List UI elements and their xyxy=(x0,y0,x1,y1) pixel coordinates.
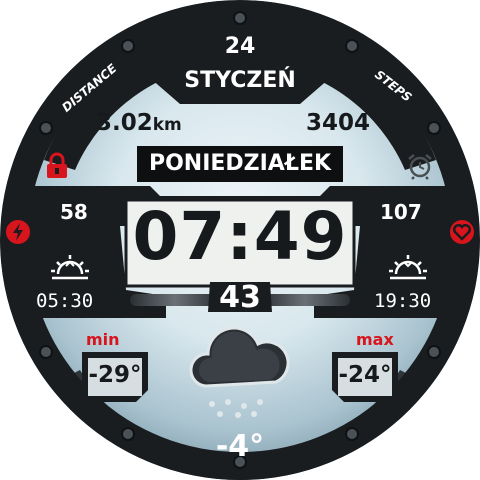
temp-min-value: -29° xyxy=(88,362,142,388)
seconds-value: 43 xyxy=(219,280,261,315)
sunrise-time: 05:30 xyxy=(36,290,94,312)
alarm-clock-icon[interactable] xyxy=(406,152,434,180)
temp-max-label: max xyxy=(356,330,394,349)
steps-value: 3404 xyxy=(306,110,371,136)
date-month: STYCZEŃ xyxy=(184,68,296,93)
lock-icon[interactable] xyxy=(44,152,70,180)
battery-value: 58 xyxy=(60,200,88,224)
sunset-time: 19:30 xyxy=(374,290,432,312)
watch-face: 24 STYCZEŃ DISTANCE STEPS 3.02km 3404 PO… xyxy=(0,0,480,480)
distance-readout: 3.02km xyxy=(96,112,182,135)
temp-max-value: -24° xyxy=(338,362,392,388)
time-display: 07:49 xyxy=(132,198,348,275)
cloud-rain-icon xyxy=(184,320,296,420)
heart-icon[interactable] xyxy=(448,218,476,246)
lightning-icon[interactable] xyxy=(4,218,32,246)
distance-value: 3.02 xyxy=(96,110,153,136)
heart-rate-value: 107 xyxy=(380,200,422,224)
sunrise-icon xyxy=(50,252,90,282)
weekday: PONIEDZIAŁEK xyxy=(148,151,332,176)
date-day: 24 xyxy=(224,34,256,59)
distance-unit: km xyxy=(152,115,182,135)
temp-min-label: min xyxy=(86,330,120,349)
sunset-icon xyxy=(388,252,428,282)
current-temperature: -4° xyxy=(215,429,265,464)
